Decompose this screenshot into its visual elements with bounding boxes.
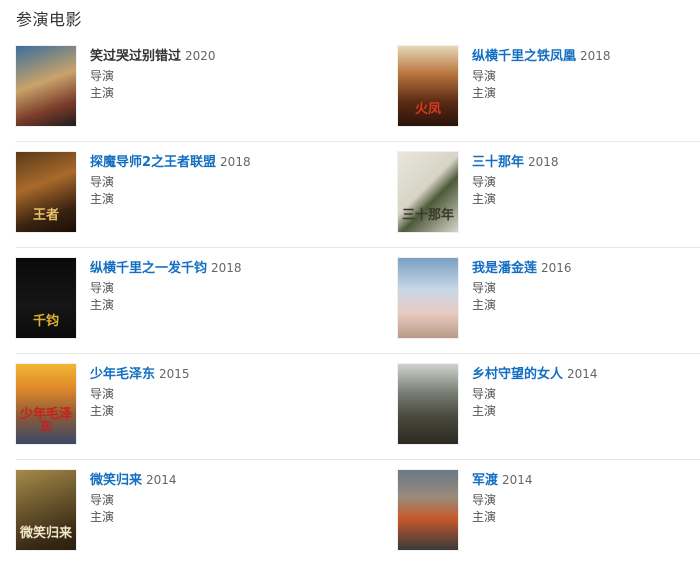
movie-role: 主演 bbox=[472, 404, 497, 418]
movie-title-line: 少年毛泽东 2015 bbox=[90, 364, 190, 384]
poster-title-art: 火凤 bbox=[414, 102, 441, 117]
movie-year: 2014 bbox=[567, 367, 598, 381]
movie-info: 军渡 2014 导演主演 bbox=[472, 470, 533, 566]
section-title: 参演电影 bbox=[16, 10, 83, 29]
movie-year: 2018 bbox=[211, 261, 242, 275]
movie-title-line: 微笑归来 2014 bbox=[90, 470, 177, 490]
movie-info: 纵横千里之铁凤凰 2018 导演主演 bbox=[472, 46, 611, 141]
movie-info: 纵横千里之一发千钧 2018 导演主演 bbox=[90, 258, 242, 353]
movie-card: 三十那年 三十那年 2018 导演 主演 bbox=[398, 142, 700, 247]
movie-role: 导演 bbox=[90, 387, 115, 401]
movie-year: 2016 bbox=[541, 261, 572, 275]
movie-info: 我是潘金莲 2016 导演主演 bbox=[472, 258, 572, 353]
movie-role: 导演 bbox=[472, 387, 497, 401]
movie-title-link[interactable]: 探魔导师2之王者联盟 bbox=[90, 155, 216, 170]
movie-title-line: 我是潘金莲 2016 bbox=[472, 258, 572, 278]
movie-card: 乡村守望的女人 2014 导演主演 bbox=[398, 354, 700, 459]
movie-poster[interactable]: 三十那年 bbox=[398, 152, 458, 232]
movie-title-line: 三十那年 2018 bbox=[472, 152, 559, 172]
movie-card: 微笑归来 微笑归来 2014 导演 主演 bbox=[16, 460, 398, 566]
movie-poster[interactable]: 王者 bbox=[16, 152, 76, 232]
movie-card: 笑过哭过别错过 2020 导演主演 bbox=[16, 36, 398, 141]
movie-year: 2015 bbox=[159, 367, 190, 381]
movie-year: 2018 bbox=[528, 155, 559, 169]
movie-card: 我是潘金莲 2016 导演主演 bbox=[398, 248, 700, 353]
poster-title-art: 少年毛泽东 bbox=[19, 407, 72, 435]
movie-role: 导演 bbox=[472, 281, 497, 295]
poster-title-art: 三十那年 bbox=[401, 208, 454, 223]
movie-title-link[interactable]: 我是潘金莲 bbox=[472, 261, 537, 276]
movie-year: 2018 bbox=[220, 155, 251, 169]
movie-card: 军渡 2014 导演主演 bbox=[398, 460, 700, 566]
movie-year: 2020 bbox=[185, 49, 216, 63]
movie-title-link[interactable]: 纵横千里之一发千钧 bbox=[90, 261, 207, 276]
movie-info: 笑过哭过别错过 2020 导演主演 bbox=[90, 46, 216, 141]
movie-info: 探魔导师2之王者联盟 2018 导演主演 bbox=[90, 152, 251, 247]
movie-role: 主演 bbox=[472, 510, 497, 524]
movie-role: 主演 bbox=[90, 298, 115, 312]
movie-role: 导演 bbox=[472, 493, 497, 507]
movie-grid: 笑过哭过别错过 2020 导演 主演 火凤 纵横千里之铁凤凰 2018 导演 主演 王者 探魔导… bbox=[16, 36, 700, 566]
movie-poster[interactable] bbox=[398, 258, 458, 338]
movie-row: 微笑归来 微笑归来 2014 导演 主演 军渡 2014 导演 主演 bbox=[16, 460, 700, 566]
movie-role: 主演 bbox=[90, 404, 115, 418]
movie-role: 导演 bbox=[90, 69, 115, 83]
movie-role: 主演 bbox=[472, 192, 497, 206]
movie-role: 导演 bbox=[90, 493, 115, 507]
movie-info: 乡村守望的女人 2014 导演主演 bbox=[472, 364, 598, 459]
movie-poster[interactable]: 千钧 bbox=[16, 258, 76, 338]
movie-info: 三十那年 2018 导演主演 bbox=[472, 152, 559, 247]
movie-role: 导演 bbox=[90, 175, 115, 189]
movie-year: 2014 bbox=[502, 473, 533, 487]
movie-title-link[interactable]: 笑过哭过别错过 bbox=[90, 49, 181, 64]
movie-card: 千钧 纵横千里之一发千钧 2018 导演主演 bbox=[16, 248, 398, 353]
movie-poster[interactable] bbox=[16, 46, 76, 126]
movie-year: 2014 bbox=[146, 473, 177, 487]
poster-title-art: 千钧 bbox=[32, 314, 59, 329]
poster-title-art: 微笑归来 bbox=[19, 526, 72, 541]
movie-row: 笑过哭过别错过 2020 导演主演 火凤 纵横千里之铁凤凰 2018 导演主演 bbox=[16, 36, 700, 142]
movie-card: 少年毛泽东 少年毛泽东 2015 导演 主演 bbox=[16, 354, 398, 459]
movie-role: 主演 bbox=[472, 86, 497, 100]
movie-title-link[interactable]: 三十那年 bbox=[472, 155, 524, 170]
movie-card: 火凤 纵横千里之铁凤凰 2018 导演主演 bbox=[398, 36, 700, 141]
movie-role: 主演 bbox=[90, 86, 115, 100]
movie-role: 导演 bbox=[472, 69, 497, 83]
movie-title-link[interactable]: 乡村守望的女人 bbox=[472, 367, 563, 382]
movie-title-line: 军渡 2014 bbox=[472, 470, 533, 490]
movie-info: 少年毛泽东 2015 导演主演 bbox=[90, 364, 190, 459]
movie-role: 导演 bbox=[90, 281, 115, 295]
movie-title-line: 纵横千里之铁凤凰 2018 bbox=[472, 46, 611, 66]
movie-role: 主演 bbox=[472, 298, 497, 312]
movie-role: 导演 bbox=[472, 175, 497, 189]
movie-info: 微笑归来 2014 导演主演 bbox=[90, 470, 177, 566]
movie-poster[interactable]: 火凤 bbox=[398, 46, 458, 126]
movie-title-link[interactable]: 纵横千里之铁凤凰 bbox=[472, 49, 576, 64]
movie-title-line: 探魔导师2之王者联盟 2018 bbox=[90, 152, 251, 172]
movie-row: 千钧 纵横千里之一发千钧 2018 导演主演 我是潘金莲 2016 导演主演 bbox=[16, 248, 700, 354]
movie-title-line: 纵横千里之一发千钧 2018 bbox=[90, 258, 242, 278]
movie-title-link[interactable]: 军渡 bbox=[472, 473, 498, 488]
poster-title-art: 王者 bbox=[32, 208, 59, 223]
movie-row: 少年毛泽东 少年毛泽东 2015 导演 主演 乡村守望的女人 2014 导演 主演 bbox=[16, 354, 700, 460]
movie-row: 王者 探魔导师2之王者联盟 2018 导演 主演 三十那年 三十那年 2018 导演 主演 bbox=[16, 142, 700, 248]
movie-poster[interactable] bbox=[398, 470, 458, 550]
movie-role: 主演 bbox=[90, 510, 115, 524]
movie-title-link[interactable]: 微笑归来 bbox=[90, 473, 142, 488]
movie-title-line: 乡村守望的女人 2014 bbox=[472, 364, 598, 384]
movie-role: 主演 bbox=[90, 192, 115, 206]
movie-title-line: 笑过哭过别错过 2020 bbox=[90, 46, 216, 66]
movie-card: 王者 探魔导师2之王者联盟 2018 导演主演 bbox=[16, 142, 398, 247]
movie-poster[interactable]: 少年毛泽东 bbox=[16, 364, 76, 444]
movie-poster[interactable]: 微笑归来 bbox=[16, 470, 76, 550]
movie-year: 2018 bbox=[580, 49, 611, 63]
movie-poster[interactable] bbox=[398, 364, 458, 444]
movie-title-link[interactable]: 少年毛泽东 bbox=[90, 367, 155, 382]
